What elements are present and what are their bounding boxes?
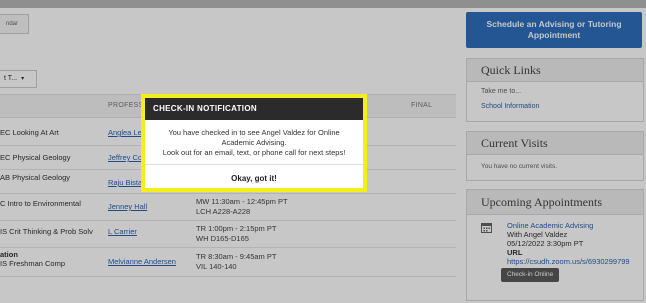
checkin-notification-modal: CHECK-IN NOTIFICATION You have checked i… <box>141 94 367 192</box>
modal-message-line2: Look out for an email, text, or phone ca… <box>162 148 346 157</box>
okay-got-it-button[interactable]: Okay, got it! <box>145 165 363 183</box>
modal-title: CHECK-IN NOTIFICATION <box>145 98 363 120</box>
modal-message-line1: You have checked in to see Angel Valdez … <box>168 128 340 147</box>
modal-body: You have checked in to see Angel Valdez … <box>145 120 363 165</box>
